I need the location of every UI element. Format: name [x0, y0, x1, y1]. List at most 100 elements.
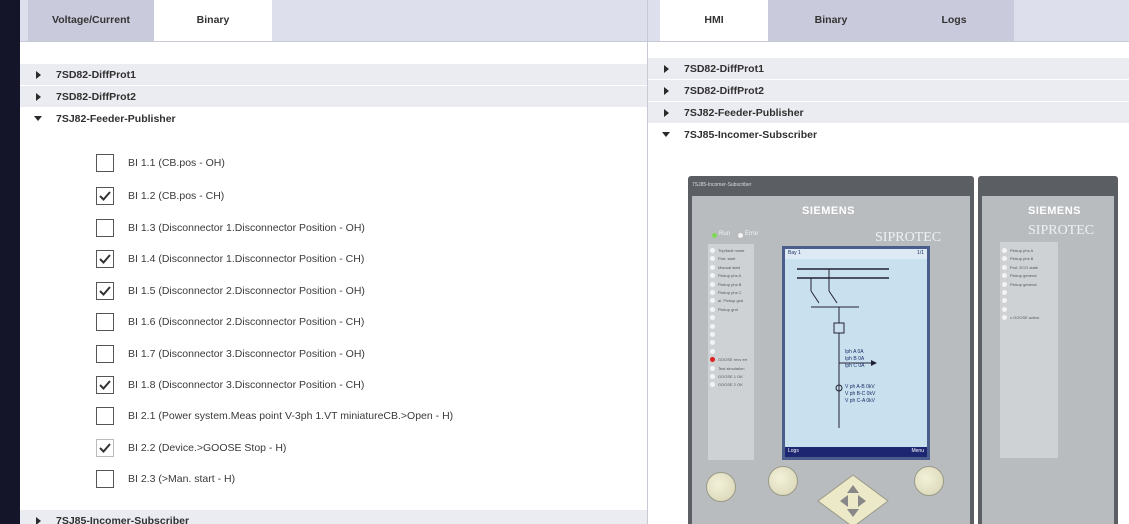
checkbox[interactable]: [96, 439, 114, 457]
tab-logs[interactable]: Logs: [894, 0, 1014, 41]
expand-caret-icon[interactable]: [20, 92, 56, 101]
status-led-icon: [1002, 264, 1007, 270]
expand-caret-icon[interactable]: [648, 86, 684, 95]
hmi-function-key-1[interactable]: [706, 472, 736, 502]
hmi-function-key-3[interactable]: [914, 466, 944, 496]
device-name: 7SD82-DiffProt1: [56, 68, 136, 81]
tab-binary[interactable]: Binary: [154, 0, 272, 41]
tab-label: Binary: [814, 14, 848, 26]
device-name: 7SJ85-Incomer-Subscriber: [56, 514, 190, 524]
hmi-function-key-2[interactable]: [768, 466, 798, 496]
tree-row-7sd82-diffprot1[interactable]: 7SD82-DiffProt1: [20, 64, 647, 86]
checkbox[interactable]: [96, 219, 114, 237]
status-led-icon: [710, 323, 715, 329]
device-name: 7SD82-DiffProt2: [684, 84, 764, 97]
status-led-icon: [710, 290, 715, 295]
lcd-measurement: V ph A-B 0kV: [845, 384, 875, 390]
expand-caret-icon[interactable]: [648, 108, 684, 117]
binary-input-label: BI 1.1 (CB.pos - OH): [128, 157, 225, 169]
led-label: ai. Pickup gnd: [718, 298, 744, 304]
tree-row-7sj82-feeder-publisher[interactable]: 7SJ82-Feeder-Publisher: [648, 102, 1129, 124]
checkbox[interactable]: [96, 470, 114, 488]
tab-label: HMI: [704, 14, 724, 26]
binary-input-item[interactable]: BI 1.7 (Disconnector 3.Disconnector Posi…: [96, 343, 365, 365]
checkbox[interactable]: [96, 313, 114, 331]
device-name: 7SJ82-Feeder-Publisher: [684, 106, 804, 119]
tree-row-7sj82-feeder-publisher[interactable]: 7SJ82-Feeder-Publisher: [20, 108, 647, 130]
tab-label: Voltage/Current: [52, 14, 130, 26]
status-led-icon: [1002, 290, 1007, 295]
binary-input-item[interactable]: BI 1.4 (Disconnector 1.Disconnector Posi…: [96, 248, 364, 270]
expand-caret-icon[interactable]: [20, 516, 56, 524]
tab-voltage-current[interactable]: Voltage/Current: [28, 0, 154, 41]
binary-input-label: BI 1.4 (Disconnector 1.Disconnector Posi…: [128, 253, 365, 265]
hmi-expansion-unit: SIEMENS SIPROTEC Pickup phs A Pickup phs …: [978, 176, 1118, 524]
binary-input-item[interactable]: BI 1.8 (Disconnector 3.Disconnector Posi…: [96, 374, 364, 396]
checkbox[interactable]: [96, 407, 114, 425]
status-led-icon: [710, 264, 715, 270]
tree-row-7sd82-diffprot1[interactable]: 7SD82-DiffProt1: [648, 58, 1129, 80]
tree-row-7sd82-diffprot2[interactable]: 7SD82-DiffProt2: [648, 80, 1129, 102]
led-label: Pickup phs B: [1010, 256, 1034, 262]
status-led-icon: [710, 332, 715, 337]
binary-input-label: BI 1.6 (Disconnector 2.Disconnector Posi…: [128, 316, 365, 328]
collapse-caret-icon[interactable]: [648, 132, 684, 137]
navigation-pad-icon[interactable]: [808, 471, 898, 524]
right-pane: HMI Binary Logs 7SD82-DiffProt1 7SD82-Di…: [647, 0, 1129, 524]
checkbox[interactable]: [96, 187, 114, 205]
binary-input-item[interactable]: BI 1.1 (CB.pos - OH): [96, 152, 225, 174]
binary-input-item[interactable]: BI 1.2 (CB.pos - CH): [96, 185, 224, 207]
binary-input-item[interactable]: BI 1.5 (Disconnector 2.Disconnector Posi…: [96, 280, 365, 302]
status-led-icon: [710, 281, 715, 287]
binary-input-label: BI 2.1 (Power system.Meas point V-3ph 1.…: [128, 410, 454, 422]
binary-input-label: BI 2.2 (Device.>GOOSE Stop - H): [128, 442, 287, 454]
checkbox[interactable]: [96, 154, 114, 172]
led-label: Prot. ECO state: [1010, 264, 1039, 270]
binary-input-item[interactable]: BI 2.2 (Device.>GOOSE Stop - H): [96, 437, 286, 459]
checkbox[interactable]: [96, 345, 114, 363]
run-led-icon: [712, 233, 717, 238]
lcd-measurement-list: Iph A 0A Iph B 0A Iph C 0A V ph A-B 0kV …: [845, 349, 875, 405]
tab-label: Logs: [941, 14, 967, 26]
binary-input-item[interactable]: BI 1.6 (Disconnector 2.Disconnector Posi…: [96, 311, 364, 333]
brand-logo: SIEMENS: [802, 205, 856, 217]
error-led-icon: [738, 233, 743, 238]
checkbox[interactable]: [96, 376, 114, 394]
device-name: 7SJ82-Feeder-Publisher: [56, 112, 176, 125]
product-logo: SIPROTEC: [875, 230, 942, 245]
tree-row-7sj85-incomer-subscriber[interactable]: 7SJ85-Incomer-Subscriber: [20, 510, 647, 524]
lcd-measurement: V ph B-C 0kV: [845, 391, 876, 397]
binary-input-item[interactable]: BI 1.3 (Disconnector 1.Disconnector Posi…: [96, 217, 365, 239]
device-name: 7SJ85-Incomer-Subscriber: [684, 128, 818, 141]
status-led-icon: [710, 248, 715, 253]
lcd-measurement: Iph C 0A: [845, 363, 865, 369]
device-tree: 7SD82-DiffProt1 7SD82-DiffProt2 7SJ82-Fe…: [20, 64, 647, 130]
checkbox[interactable]: [96, 250, 114, 268]
led-label: Pickup gnd: [718, 306, 738, 312]
expand-caret-icon[interactable]: [648, 64, 684, 73]
led-label: Pickup phs B: [718, 281, 742, 287]
left-pane: Voltage/Current Binary 7SD82-DiffProt1 7…: [20, 0, 647, 524]
led-label: Prot. start: [718, 256, 736, 262]
expand-caret-icon[interactable]: [20, 70, 56, 79]
led-label: GOOSE recv err: [718, 357, 748, 363]
checkbox[interactable]: [96, 282, 114, 300]
lcd-softkey-right[interactable]: Menu: [911, 448, 924, 454]
collapse-caret-icon[interactable]: [20, 116, 56, 121]
led-label: Pickup phs A: [1010, 248, 1034, 253]
led-label: Pickup general: [1010, 273, 1037, 279]
hmi-device-panel: 7SJ85-Incomer-Subscriber SIEMENS SIPROTE…: [688, 176, 1118, 524]
tab-label: Binary: [196, 14, 230, 26]
status-led-icon: [710, 306, 715, 312]
lcd-softkey-left[interactable]: Logs: [788, 448, 799, 454]
lcd-measurement: Iph B 0A: [845, 356, 865, 362]
device-tree: 7SD82-DiffProt1 7SD82-DiffProt2 7SJ82-Fe…: [648, 58, 1129, 146]
lcd-title-bar: Bay 1 1/1: [785, 249, 927, 259]
tree-row-7sj85-incomer-subscriber[interactable]: 7SJ85-Incomer-Subscriber: [648, 124, 1129, 146]
binary-input-item[interactable]: BI 2.1 (Power system.Meas point V-3ph 1.…: [96, 405, 453, 427]
status-led-icon: [1002, 306, 1007, 312]
binary-input-item[interactable]: BI 2.3 (>Man. start - H): [96, 468, 235, 490]
tab-binary[interactable]: Binary: [768, 0, 894, 41]
tree-row-7sd82-diffprot2[interactable]: 7SD82-DiffProt2: [20, 86, 647, 108]
tab-hmi[interactable]: HMI: [660, 0, 768, 41]
